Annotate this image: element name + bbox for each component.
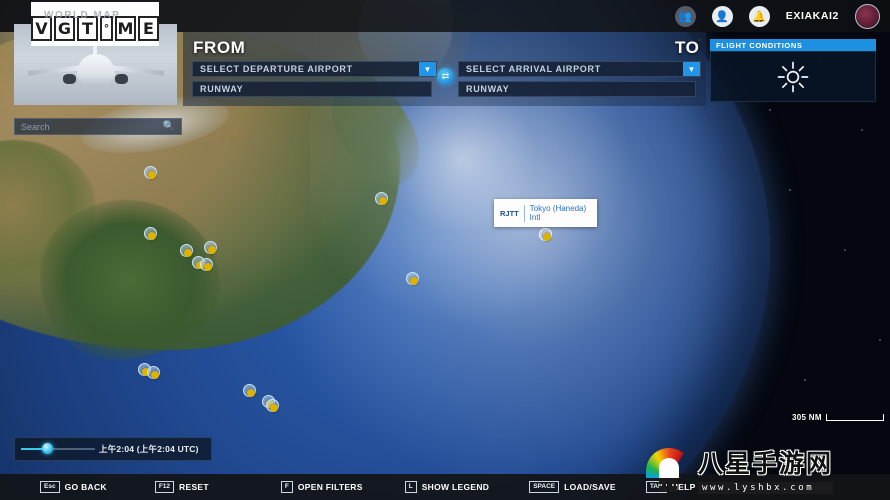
hint-load-save[interactable]: SPACE LOAD/SAVE [529, 481, 616, 493]
key-badge: SPACE [529, 481, 560, 493]
hint-label: SHOW LEGEND [421, 482, 490, 492]
arrival-airport-value: SELECT ARRIVAL AIRPORT [466, 64, 601, 74]
to-label: TO [675, 38, 700, 57]
from-label: FROM [193, 38, 246, 57]
airport-name: Tokyo (Haneda) Intl [529, 203, 587, 223]
arrival-airport-select[interactable]: SELECT ARRIVAL AIRPORT ▼ [458, 61, 701, 77]
map-scale-bar: 305 NM [792, 413, 884, 422]
departure-airport-value: SELECT DEPARTURE AIRPORT [200, 64, 353, 74]
airport-marker[interactable] [144, 166, 157, 179]
watermark-letter: E [138, 16, 159, 41]
flight-conditions-body [710, 51, 876, 102]
watermark-site-name: 八星手游网 [698, 449, 834, 478]
scale-distance-label: 305 NM [792, 413, 822, 422]
marker-dot [247, 389, 255, 397]
time-slider[interactable] [21, 437, 95, 461]
airport-marker[interactable] [144, 227, 157, 240]
swap-airports-button[interactable]: ⇄ [437, 68, 454, 85]
key-badge: F12 [154, 481, 175, 493]
marker-dot [410, 277, 418, 285]
landmass-southeast-asia [40, 200, 220, 360]
search-box[interactable]: 🔍 [14, 118, 182, 135]
marker-dot [543, 233, 551, 241]
key-badge: F [280, 481, 293, 493]
chevron-down-icon[interactable]: ▼ [683, 62, 700, 76]
grid-squares-icon [659, 478, 677, 492]
hint-label: LOAD/SAVE [564, 482, 616, 492]
hint-go-back[interactable]: Esc GO BACK [40, 481, 107, 493]
bell-icon[interactable]: 🔔 [748, 5, 770, 27]
hint-label: OPEN FILTERS [297, 482, 363, 492]
departure-runway-field[interactable]: RUNWAY [192, 81, 432, 97]
marker-dot [151, 371, 159, 379]
airport-marker[interactable] [243, 384, 256, 397]
flight-conditions-header: FLIGHT CONDITIONS [710, 39, 876, 51]
rainbow-arch-icon [646, 448, 692, 478]
airport-marker[interactable] [406, 272, 419, 285]
marker-dot [148, 232, 156, 240]
arrival-runway-field[interactable]: RUNWAY [458, 81, 696, 97]
airport-marker[interactable] [539, 228, 552, 241]
airport-marker[interactable] [147, 366, 160, 379]
airport-icao-code: RJTT [500, 208, 519, 218]
marker-dot [148, 171, 156, 179]
marker-dot [184, 249, 192, 257]
flight-sim-world-map-screen: WORLD MAP 👥 👤 🔔 EXIAKAI2 FROM TO SELECT … [0, 0, 890, 500]
airport-tooltip: RJTT Tokyo (Haneda) Intl [494, 199, 597, 227]
world-map-title-underlay: WORLD MAP [44, 10, 121, 21]
hint-open-filters[interactable]: F OPEN FILTERS [280, 481, 363, 493]
hint-reset[interactable]: F12 RESET [154, 481, 209, 493]
time-display-label: 上午2:04 (上午2:04 UTC) [99, 444, 199, 454]
key-badge: L [404, 481, 417, 493]
time-slider-handle[interactable] [42, 443, 53, 454]
search-icon[interactable]: 🔍 [163, 121, 181, 132]
profile-icon[interactable]: 👤 [711, 5, 733, 27]
airport-marker[interactable] [200, 258, 213, 271]
friends-icon[interactable]: 👥 [674, 5, 696, 27]
key-badge: Esc [40, 481, 60, 493]
marker-dot [270, 404, 278, 412]
aircraft-engine-left [63, 74, 76, 84]
airport-marker[interactable] [266, 399, 279, 412]
chevron-down-icon[interactable]: ▼ [419, 62, 436, 76]
arrival-runway-value: RUNWAY [466, 84, 510, 94]
aircraft-fuselage [77, 54, 115, 86]
airport-marker[interactable] [204, 241, 217, 254]
top-bar-actions: 👥 👤 🔔 EXIAKAI2 [674, 3, 890, 29]
airport-marker[interactable] [375, 192, 388, 205]
hint-label: GO BACK [64, 482, 107, 492]
landmass-india [0, 140, 95, 290]
watermark-arch-logo [646, 446, 692, 492]
avatar[interactable] [855, 3, 880, 29]
aircraft-engine-right [115, 74, 128, 84]
sun-icon [777, 61, 809, 92]
departure-airport-select[interactable]: SELECT DEPARTURE AIRPORT ▼ [192, 61, 437, 77]
marker-dot [208, 246, 216, 254]
scale-bar-graphic [825, 414, 884, 421]
username-label: EXIAKAI2 [785, 10, 839, 22]
marker-dot [204, 263, 212, 271]
search-input[interactable] [15, 121, 163, 132]
marker-dot [379, 197, 387, 205]
watermark-bottom-right: 八星手游网 www.lyshbx.com [646, 444, 834, 494]
flight-conditions-panel[interactable]: FLIGHT CONDITIONS [710, 39, 876, 102]
time-of-day-control[interactable]: 上午2:04 (上午2:04 UTC) [14, 437, 212, 461]
hint-label: RESET [179, 482, 209, 492]
departure-runway-value: RUNWAY [200, 84, 244, 94]
watermark-site-url: www.lyshbx.com [698, 482, 834, 494]
hint-show-legend[interactable]: L SHOW LEGEND [404, 481, 490, 493]
